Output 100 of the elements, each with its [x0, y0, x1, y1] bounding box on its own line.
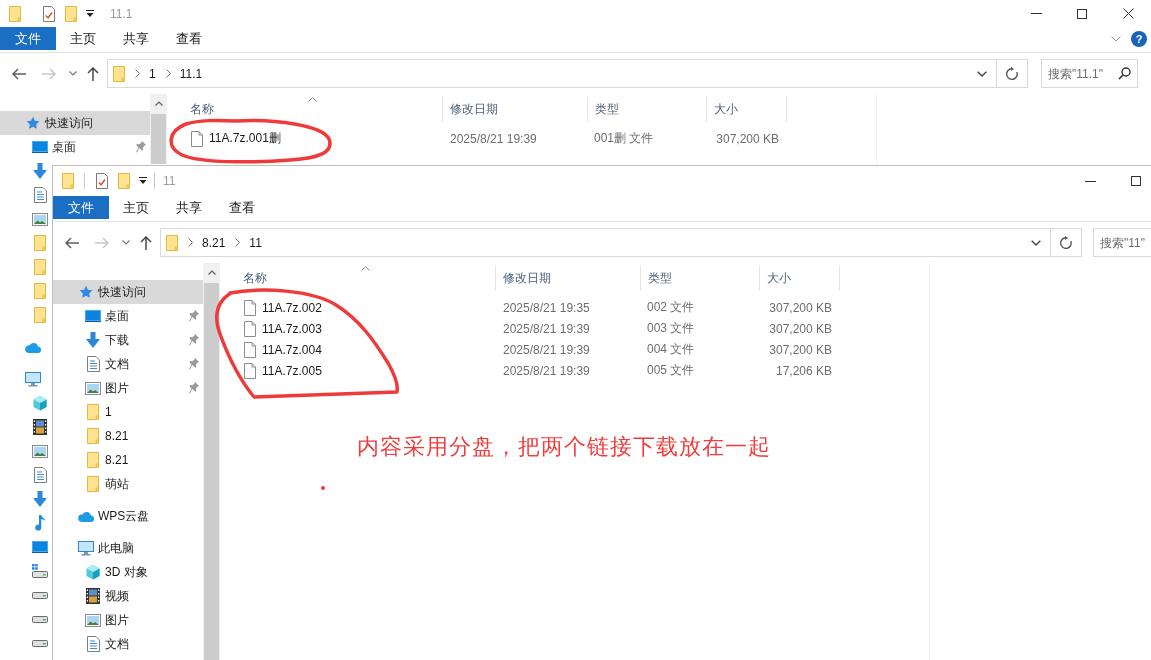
chevron-down-icon[interactable]	[977, 70, 987, 77]
music-note-icon	[34, 515, 46, 531]
folder-icon	[34, 259, 46, 275]
sidebar-item[interactable]: 图片	[53, 376, 203, 400]
sidebar-item[interactable]: 图片	[53, 608, 203, 632]
minimize-icon[interactable]	[1030, 13, 1042, 14]
maximize-icon[interactable]	[1131, 176, 1141, 186]
pin-icon[interactable]	[189, 334, 199, 346]
chevron-right-icon[interactable]	[235, 238, 241, 247]
sidebar-item[interactable]: 1	[53, 400, 203, 424]
breadcrumb-item[interactable]: 1	[149, 66, 156, 81]
sidebar-item[interactable]: 3D 对象	[53, 560, 203, 584]
chevron-down-icon[interactable]	[122, 240, 130, 245]
modified-date: 2025/8/21 19:39	[503, 342, 590, 357]
chevron-down-icon[interactable]	[69, 71, 77, 76]
file-name[interactable]: 11A.7z.001删	[209, 130, 281, 147]
address-bar[interactable]: 8.21 11	[160, 228, 1051, 257]
file-type: 004 文件	[647, 341, 695, 358]
chevron-up-icon[interactable]	[207, 270, 216, 275]
file-name[interactable]: 11A.7z.004	[262, 342, 322, 357]
pin-icon[interactable]	[189, 358, 199, 370]
minimize-icon[interactable]	[1084, 180, 1096, 182]
star-icon	[26, 116, 40, 130]
pin-icon[interactable]	[189, 310, 199, 322]
drive-icon	[32, 639, 48, 647]
pin-icon[interactable]	[189, 382, 199, 394]
ribbon-tab[interactable]: 查看	[162, 27, 215, 50]
scrollbar-thumb[interactable]	[151, 114, 166, 164]
file-name[interactable]: 11A.7z.002	[262, 300, 322, 315]
ribbon-tab[interactable]: 查看	[215, 196, 268, 219]
caret-icon[interactable]	[139, 177, 147, 185]
chevron-right-icon[interactable]	[165, 69, 171, 78]
window-title: 11	[163, 174, 176, 188]
up-arrow-icon[interactable]	[87, 66, 99, 81]
search-field[interactable]: 搜索"11"	[1093, 228, 1151, 257]
pin-icon[interactable]	[136, 141, 146, 153]
sidebar-item[interactable]: 快速访问	[0, 111, 150, 135]
column-header[interactable]: 修改日期	[443, 96, 588, 122]
file-type: 005 文件	[647, 362, 695, 379]
sidebar-item[interactable]: 8.21	[53, 424, 203, 448]
back-arrow-icon[interactable]	[65, 236, 79, 249]
file-name[interactable]: 11A.7z.005	[262, 363, 322, 378]
column-header[interactable]: 修改日期	[496, 265, 641, 291]
drive-icon	[32, 564, 48, 578]
address-bar[interactable]: 1 11.1	[107, 59, 997, 88]
help-button[interactable]: ?	[1131, 31, 1147, 47]
sidebar-item[interactable]: 快速访问	[53, 280, 203, 304]
close-icon[interactable]	[1122, 8, 1134, 19]
ribbon-tab[interactable]: 共享	[109, 27, 162, 50]
breadcrumb-item[interactable]: 11	[249, 235, 262, 250]
refresh-button[interactable]	[997, 59, 1028, 88]
column-header[interactable]: 名称	[220, 265, 496, 291]
breadcrumb-item[interactable]: 8.21	[202, 235, 226, 250]
column-header[interactable]: 大小	[707, 96, 787, 122]
sidebar-item[interactable]: 下载	[53, 328, 203, 352]
column-header[interactable]: 类型	[641, 265, 760, 291]
ribbon-tab[interactable]: 主页	[56, 27, 109, 50]
up-arrow-icon[interactable]	[140, 235, 152, 250]
sidebar-item[interactable]: 萌站	[53, 472, 203, 496]
sidebar-item[interactable]: 文档	[53, 352, 203, 376]
file-menu[interactable]: 文件	[53, 196, 109, 219]
chevron-right-icon[interactable]	[188, 238, 193, 247]
chevron-up-icon[interactable]	[154, 101, 163, 106]
search-icon[interactable]	[1118, 67, 1131, 80]
file-menu[interactable]: 文件	[0, 27, 56, 50]
window-title: 11.1	[110, 6, 133, 21]
sidebar-item[interactable]: 视频	[53, 584, 203, 608]
document-check-icon[interactable]	[96, 173, 108, 189]
maximize-icon[interactable]	[1077, 8, 1087, 19]
modified-date: 2025/8/21 19:39	[450, 131, 537, 146]
drive-icon	[32, 591, 48, 599]
sidebar-item[interactable]: 桌面	[53, 304, 203, 328]
file-size: 307,200 KB	[716, 131, 779, 146]
search-field[interactable]: 搜索"11.1"	[1041, 59, 1138, 88]
caret-icon[interactable]	[86, 9, 94, 18]
sidebar-item[interactable]: WPS云盘	[53, 504, 203, 528]
picture-icon	[85, 613, 101, 627]
annotation-dot-icon	[321, 486, 325, 490]
ribbon-tab[interactable]: 共享	[162, 196, 215, 219]
refresh-button[interactable]	[1051, 228, 1082, 257]
sidebar-item[interactable]: 8.21	[53, 448, 203, 472]
chevron-down-icon[interactable]	[1031, 239, 1041, 246]
column-header[interactable]: 名称	[167, 96, 443, 122]
document-check-icon[interactable]	[43, 5, 55, 22]
desktop-icon	[32, 141, 48, 153]
sidebar-item[interactable]: 此电脑	[53, 536, 203, 560]
file-name[interactable]: 11A.7z.003	[262, 321, 322, 336]
back-arrow-icon[interactable]	[12, 67, 26, 80]
column-header[interactable]: 类型	[588, 96, 707, 122]
film-icon	[33, 419, 47, 435]
sidebar-item[interactable]: 桌面	[0, 135, 150, 159]
scrollbar-thumb[interactable]	[204, 283, 219, 660]
sidebar-item[interactable]: 文档	[53, 632, 203, 656]
breadcrumb-item[interactable]: 11.1	[179, 66, 203, 81]
chevron-right-icon[interactable]	[135, 69, 140, 78]
chevron-up-icon	[307, 97, 317, 102]
column-header[interactable]: 大小	[760, 265, 840, 291]
file-size: 307,200 KB	[769, 321, 832, 336]
picture-icon	[85, 381, 101, 395]
ribbon-tab[interactable]: 主页	[109, 196, 162, 219]
